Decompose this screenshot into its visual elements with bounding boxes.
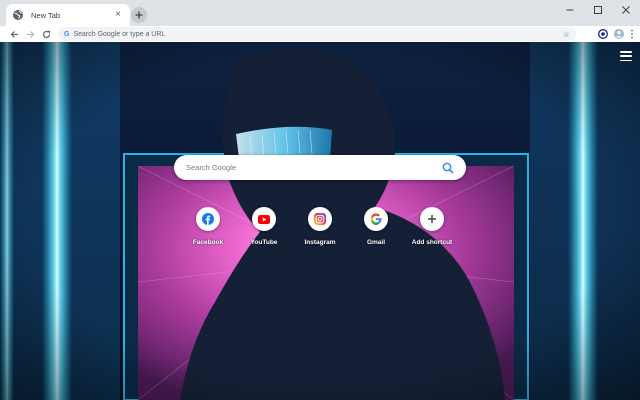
shortcut-label: YouTube <box>250 239 278 246</box>
toolbar-right <box>598 26 634 42</box>
shortcut-add[interactable]: Add shortcut <box>404 207 460 246</box>
shortcut-label: Add shortcut <box>411 239 453 246</box>
shortcut-gmail[interactable]: Gmail <box>348 207 404 246</box>
close-icon <box>622 6 630 14</box>
back-arrow-icon <box>10 30 18 38</box>
back-button[interactable] <box>6 26 22 42</box>
shortcut-tile <box>364 207 388 231</box>
shortcut-instagram[interactable]: Instagram <box>292 207 348 246</box>
shortcut-tile <box>196 207 220 231</box>
omnibox-placeholder: Search Google or type a URL <box>73 30 166 38</box>
close-window-button[interactable] <box>612 0 640 20</box>
tab-title: New Tab <box>31 10 61 20</box>
search-placeholder: Search Google <box>186 163 237 172</box>
tab-strip: New Tab × <box>0 0 640 26</box>
shortcut-label: Gmail <box>366 239 386 246</box>
shortcut-tile <box>308 207 332 231</box>
shortcut-youtube[interactable]: YouTube <box>236 207 292 246</box>
bookmark-star-icon[interactable]: ☆ <box>563 30 570 39</box>
plus-icon <box>428 215 436 223</box>
maximize-button[interactable] <box>584 0 612 20</box>
shortcut-label: Instagram <box>304 239 336 246</box>
menu-bar <box>620 55 632 57</box>
plus-icon <box>135 11 143 19</box>
new-tab-page: Search Google Facebook YouTube Instagram… <box>0 42 640 400</box>
shortcut-tile <box>252 207 276 231</box>
shortcuts-grid: Facebook YouTube Instagram Gmail Add sho… <box>180 207 460 257</box>
maximize-icon <box>594 6 602 14</box>
shortcut-facebook[interactable]: Facebook <box>180 207 236 246</box>
window-controls <box>556 0 640 20</box>
google-icon: G <box>64 30 70 38</box>
menu-bar <box>620 59 632 61</box>
avatar[interactable] <box>614 29 624 39</box>
instagram-icon <box>314 213 326 225</box>
omnibox[interactable]: G Search Google or type a URL ☆ <box>58 27 576 41</box>
more-vertical-icon[interactable] <box>630 29 634 39</box>
shortcut-label: Facebook <box>192 239 224 246</box>
menu-bar <box>620 51 632 53</box>
google-search-box[interactable]: Search Google <box>174 155 466 180</box>
reload-button[interactable] <box>38 26 54 42</box>
new-tab-button[interactable] <box>131 7 147 23</box>
toolbar: G Search Google or type a URL ☆ <box>0 26 640 42</box>
reload-icon <box>42 29 50 38</box>
customize-menu-button[interactable] <box>620 51 632 61</box>
extension-icon[interactable] <box>598 29 608 39</box>
close-tab-icon[interactable]: × <box>112 9 124 21</box>
forward-button[interactable] <box>22 26 38 42</box>
search-icon[interactable] <box>442 162 454 174</box>
minimize-button[interactable] <box>556 0 584 20</box>
minimize-icon <box>566 9 574 11</box>
tab-new-tab[interactable]: New Tab × <box>6 4 130 26</box>
google-icon <box>370 213 382 225</box>
facebook-icon <box>202 213 214 225</box>
globe-icon <box>12 9 24 21</box>
youtube-icon <box>258 214 270 224</box>
forward-arrow-icon <box>26 30 34 38</box>
shortcut-tile <box>420 207 444 231</box>
